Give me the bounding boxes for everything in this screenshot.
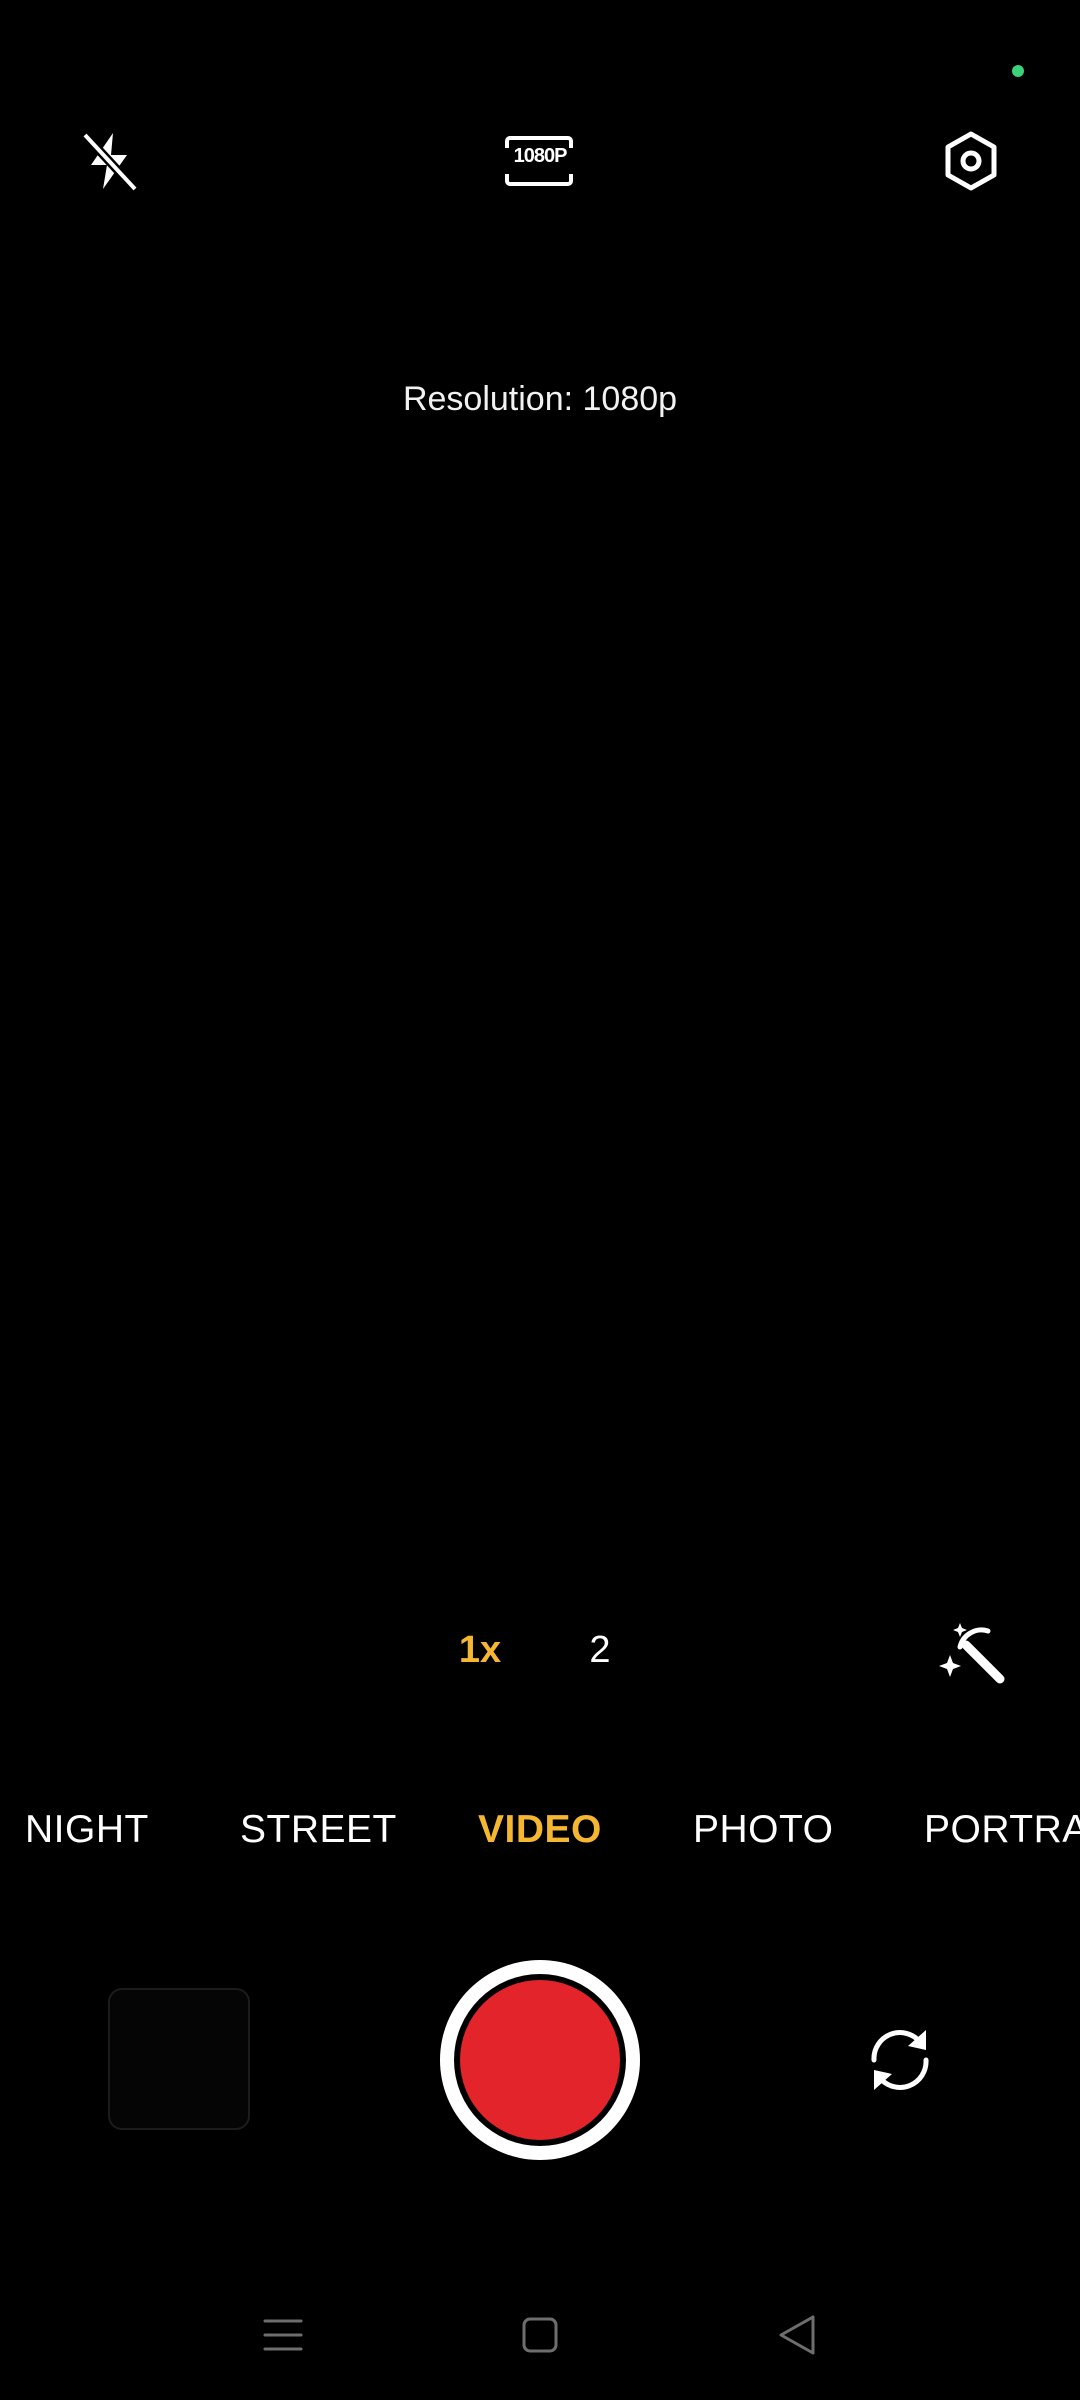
record-button-ring [454,1974,626,2146]
zoom-1x-button[interactable]: 1x [440,1625,520,1675]
resolution-info-text: Resolution: 1080p [402,380,678,418]
back-icon[interactable] [762,2300,832,2370]
mode-street[interactable]: STREET [240,1800,397,1860]
camera-in-use-indicator [1012,65,1024,77]
camera-mode-carousel[interactable]: NIGHT STREET VIDEO PHOTO PORTRA [0,1800,1080,1860]
menu-icon[interactable] [248,2300,318,2370]
resolution-1080p-icon[interactable]: 1080P [498,120,580,202]
mode-night[interactable]: NIGHT [25,1800,149,1860]
home-icon[interactable] [505,2300,575,2370]
mode-video[interactable]: VIDEO [478,1800,602,1860]
record-button[interactable] [440,1960,640,2160]
switch-camera-icon[interactable] [862,2022,938,2098]
magic-wand-icon[interactable] [936,1615,1010,1689]
mode-photo[interactable]: PHOTO [693,1800,833,1860]
gallery-thumbnail[interactable] [108,1988,250,2130]
resolution-badge-label: 1080P [513,145,568,167]
flash-off-icon[interactable] [68,120,150,202]
mode-portrait[interactable]: PORTRA [924,1800,1080,1860]
zoom-2x-button[interactable]: 2 [560,1625,640,1675]
record-button-core [460,1980,620,2140]
settings-icon[interactable] [930,120,1012,202]
